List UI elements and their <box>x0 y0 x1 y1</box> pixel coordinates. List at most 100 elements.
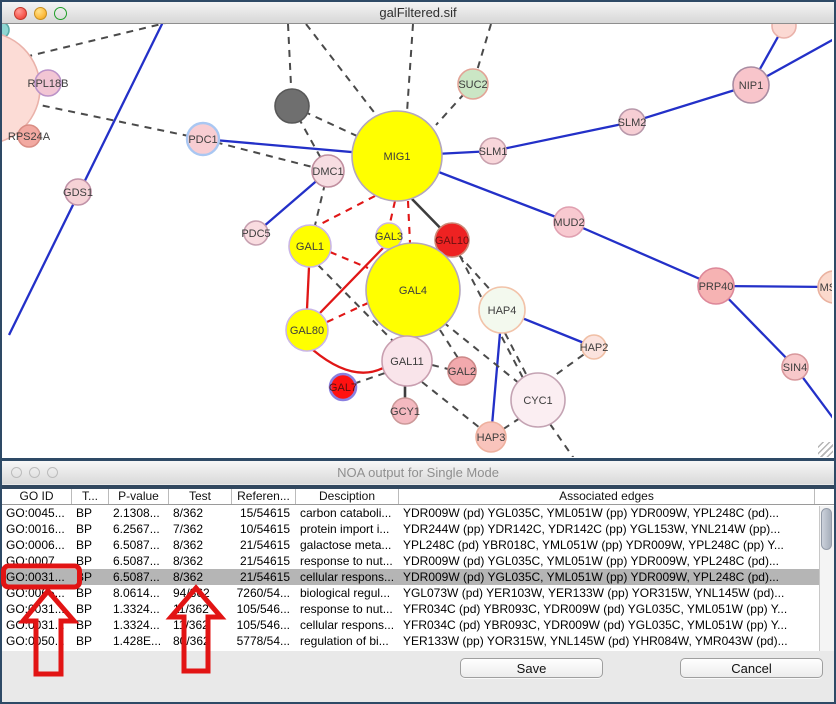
network-edge[interactable] <box>569 222 716 286</box>
node-unlabeled[interactable] <box>275 89 309 123</box>
cell: BP <box>72 505 109 521</box>
cell: GO:0031... <box>2 617 72 633</box>
vertical-scrollbar[interactable] <box>819 506 834 651</box>
zoom-button[interactable] <box>47 467 58 478</box>
node-label: SLM2 <box>618 117 647 129</box>
network-canvas[interactable]: RPL18BRPS24AGDS1PDC1MIG1DMC1SUC2SLM1SLM2… <box>2 24 832 457</box>
table-row[interactable]: GO:0050...BP1.428E...80/3625778/54...reg… <box>2 633 834 649</box>
cell: 21/54615 <box>232 569 296 585</box>
network-svg[interactable]: RPL18BRPS24AGDS1PDC1MIG1DMC1SUC2SLM1SLM2… <box>2 24 832 457</box>
cell: BP <box>72 601 109 617</box>
cell: 21/54615 <box>232 553 296 569</box>
node-label: GAL80 <box>290 325 324 337</box>
table-row[interactable]: GO:0016...BP6.2567...7/36210/54615protei… <box>2 521 834 537</box>
table-row[interactable]: GO:0031...BP6.5087...8/36221/54615cellul… <box>2 569 834 585</box>
zoom-button[interactable] <box>54 7 67 20</box>
table-row[interactable]: GO:0045...BP2.1308...8/36215/54615carbon… <box>2 505 834 521</box>
cell: regulation of bi... <box>296 633 399 649</box>
cell: GO:0031... <box>2 569 72 585</box>
cell: GO:0065... <box>2 585 72 601</box>
cell: YPL248C (pd) YBR018C, YML051W (pp) YDR00… <box>399 537 815 553</box>
cell: 8/362 <box>169 537 232 553</box>
network-edge[interactable] <box>458 254 494 294</box>
traffic-lights <box>14 7 67 20</box>
table-body: GO:0045...BP2.1308...8/36215/54615carbon… <box>2 505 834 649</box>
node-label: PRP40 <box>699 281 734 293</box>
cell: GO:0050... <box>2 633 72 649</box>
network-edge[interactable] <box>327 303 368 322</box>
graph-window-titlebar[interactable]: galFiltered.sif <box>2 2 834 24</box>
scrollbar-thumb[interactable] <box>821 508 832 550</box>
network-edge[interactable] <box>493 122 632 151</box>
cell: 94/362 <box>169 585 232 601</box>
network-edge[interactable] <box>30 103 203 139</box>
network-edge[interactable] <box>550 424 575 457</box>
cell: YFR034C (pd) YBR093C, YDR009W (pd) YGL03… <box>399 617 815 633</box>
network-edge[interactable] <box>505 333 527 376</box>
network-edge[interactable] <box>390 201 395 223</box>
cell: GO:0006... <box>2 537 72 553</box>
column-header[interactable]: T... <box>72 489 109 504</box>
network-edge[interactable] <box>408 201 410 243</box>
cell: galactose meta... <box>296 537 399 553</box>
table-row[interactable]: GO:0006...BP6.5087...8/36221/54615galact… <box>2 537 834 553</box>
cell: 11/362 <box>169 617 232 633</box>
node-label: HAP3 <box>477 432 506 444</box>
resize-grip[interactable] <box>818 442 833 457</box>
node-label: HAP2 <box>580 342 609 354</box>
column-header[interactable]: Associated edges <box>399 489 815 504</box>
node-label: GAL10 <box>435 235 469 247</box>
network-edge[interactable] <box>306 24 380 120</box>
traffic-lights-inactive <box>11 467 58 478</box>
minimize-button[interactable] <box>34 7 47 20</box>
node-label: DMC1 <box>312 166 343 178</box>
node-label: GAL3 <box>375 231 403 243</box>
cell: YGL073W (pd) YER103W, YER133W (pp) YOR31… <box>399 585 815 601</box>
cell: 6.5087... <box>109 537 169 553</box>
column-header[interactable]: Referen... <box>232 489 296 504</box>
cell: protein import i... <box>296 521 399 537</box>
cell: GO:0031... <box>2 601 72 617</box>
cell: YDR009W (pd) YGL035C, YML051W (pp) YDR00… <box>399 553 815 569</box>
cell: 21/54615 <box>232 537 296 553</box>
node-unlabeled[interactable] <box>772 24 796 38</box>
cell: 8/362 <box>169 569 232 585</box>
network-edge[interactable] <box>502 418 520 430</box>
table-row[interactable]: GO:0065...BP8.0614...94/3627260/54...bio… <box>2 585 834 601</box>
cell: 8/362 <box>169 505 232 521</box>
network-edge[interactable] <box>356 373 385 383</box>
cell: YFR034C (pd) YBR093C, YDR009W (pd) YGL03… <box>399 601 815 617</box>
node-label: SLM1 <box>479 146 508 158</box>
column-header[interactable]: Test <box>169 489 232 504</box>
noa-window-titlebar[interactable]: NOA output for Single Mode <box>2 461 834 484</box>
network-edge[interactable] <box>313 350 385 373</box>
network-edge[interactable] <box>407 24 413 112</box>
cell: 1.3324... <box>109 601 169 617</box>
cell: 80/362 <box>169 633 232 649</box>
network-edge[interactable] <box>330 252 368 268</box>
network-edge[interactable] <box>440 330 458 358</box>
cell: 8/362 <box>169 553 232 569</box>
table-row[interactable]: GO:0007...BP6.5087...8/36221/54615respon… <box>2 553 834 569</box>
network-edge[interactable] <box>432 365 448 369</box>
column-header[interactable]: P-value <box>109 489 169 504</box>
network-edge[interactable] <box>422 382 480 428</box>
column-header[interactable]: Desciption <box>296 489 399 504</box>
column-header[interactable]: GO ID <box>2 489 72 504</box>
network-edge[interactable] <box>307 267 309 309</box>
table-row[interactable]: GO:0031...BP1.3324...11/362105/546...cel… <box>2 617 834 633</box>
node-label: HAP4 <box>488 305 517 317</box>
network-edge[interactable] <box>315 196 375 227</box>
cell: BP <box>72 585 109 601</box>
close-button[interactable] <box>11 467 22 478</box>
table-row[interactable]: GO:0031...BP1.3324...11/362105/546...res… <box>2 601 834 617</box>
close-button[interactable] <box>14 7 27 20</box>
minimize-button[interactable] <box>29 467 40 478</box>
cancel-button[interactable]: Cancel <box>680 658 823 678</box>
node-label: GAL7 <box>329 382 357 394</box>
cell: GO:0007... <box>2 553 72 569</box>
save-button[interactable]: Save <box>460 658 603 678</box>
cell: 10/54615 <box>232 521 296 537</box>
cell: 105/546... <box>232 617 296 633</box>
cell: BP <box>72 553 109 569</box>
